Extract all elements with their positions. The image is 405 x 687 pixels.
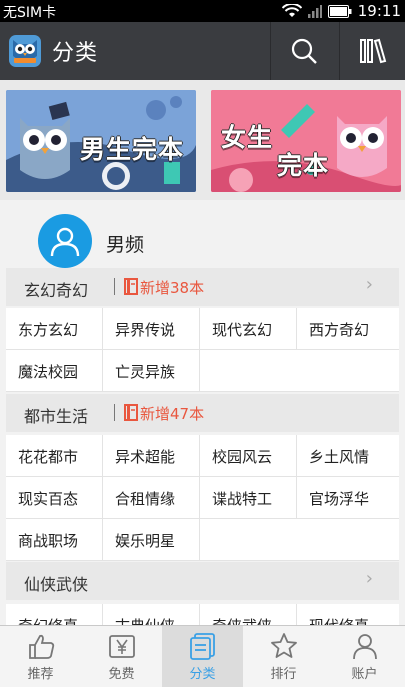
category-list[interactable]: 男频 玄幻奇幻 新增38本 › 东方玄幻 异界传说 现代玄幻 西方奇幻 魔法校园… [0,200,405,625]
tag-item[interactable]: 现代修真 [297,604,394,626]
tag-item[interactable]: 合租情缘 [103,477,200,519]
tag-row: 商战职场 娱乐明星 [6,519,399,561]
status-bar: 无SIM卡 19:11 [0,0,405,22]
channel-header: 男频 [0,200,405,268]
tag-item[interactable]: 东方玄幻 [6,308,103,350]
tag-grid-dushi: 花花都市 异术超能 校园风云 乡土风情 现实百态 合租情缘 谍战特工 官场浮华 … [6,435,399,561]
nav-free[interactable]: 免费 [81,626,162,687]
new-count: 新增38本 [140,279,205,297]
tag-item[interactable]: 奇侠武侠 [200,604,297,625]
user-icon [50,227,80,257]
boys-complete-banner[interactable]: 男生完本 [6,90,196,192]
girls-banner-title-line1: 女生 [221,123,274,152]
channel-avatar [38,214,92,268]
category-header-xianxia[interactable]: 仙侠武侠 › [6,562,399,600]
nav-label: 免费 [108,667,135,682]
bookshelf-icon [359,38,386,64]
nav-recommend[interactable]: 推荐 [0,626,81,687]
tag-item[interactable]: 官场浮华 [297,477,394,519]
tag-item[interactable]: 魔法校园 [6,350,103,392]
tag-item[interactable]: 商战职场 [6,519,103,561]
banner-area: 男生完本 女生 完本 [0,80,405,200]
category-header-dushi[interactable]: 都市生活 新增47本 [6,394,399,432]
boys-banner-title: 男生完本 [80,135,185,164]
chevron-right-icon: › [365,568,373,589]
new-book-icon [124,404,138,421]
bookshelf-button[interactable] [339,22,405,80]
category-name: 仙侠武侠 [24,575,89,594]
tag-item[interactable]: 娱乐明星 [103,519,200,561]
page-title: 分类 [52,41,99,66]
tag-grid-xianxia: 奇幻修真 古典仙侠 奇侠武侠 现代修真 [6,604,399,625]
category-header-xuanhuan[interactable]: 玄幻奇幻 新增38本 › [6,268,399,306]
tag-item[interactable]: 西方奇幻 [297,308,394,350]
divider [114,404,115,421]
battery-icon [327,4,352,18]
new-count: 新增47本 [140,405,205,423]
tag-item[interactable]: 谍战特工 [200,477,297,519]
tag-row: 魔法校园 亡灵异族 [6,350,399,392]
nav-account[interactable]: 账户 [324,626,405,687]
category-icon [189,633,215,660]
tag-item[interactable]: 异术超能 [103,435,200,477]
tag-item[interactable]: 亡灵异族 [103,350,200,392]
category-name: 都市生活 [24,407,89,426]
yen-tag-icon [108,635,135,658]
search-button[interactable] [270,22,336,80]
nav-ranking[interactable]: 排行 [243,626,324,687]
app-bar: 分类 [0,22,405,80]
nav-label: 推荐 [27,667,54,682]
clock: 19:11 [357,2,401,20]
tag-row: 东方玄幻 异界传说 现代玄幻 西方奇幻 [6,308,399,350]
tag-item[interactable]: 现代玄幻 [200,308,297,350]
thumbs-up-icon [28,634,54,659]
tag-item[interactable]: 花花都市 [6,435,103,477]
nav-label: 账户 [351,667,378,682]
nav-label: 分类 [189,667,216,682]
user-icon [352,634,377,660]
divider [114,278,115,295]
tag-row: 奇幻修真 古典仙侠 奇侠武侠 现代修真 [6,604,399,625]
owl-logo-icon [9,35,41,67]
bottom-nav: 推荐 免费 分类 排行 账户 [0,625,405,687]
search-icon [291,38,317,64]
status-icons: 19:11 [281,2,401,20]
carrier-label: 无SIM卡 [3,5,57,21]
signal-icon [307,4,322,18]
new-book-icon [124,278,138,295]
girls-complete-banner[interactable]: 女生 完本 [211,90,401,192]
channel-name: 男频 [106,234,145,256]
tag-row: 现实百态 合租情缘 谍战特工 官场浮华 [6,477,399,519]
tag-grid-xuanhuan: 东方玄幻 异界传说 现代玄幻 西方奇幻 魔法校园 亡灵异族 [6,308,399,392]
star-icon [270,633,297,658]
wifi-icon [281,4,302,17]
tag-item[interactable]: 校园风云 [200,435,297,477]
tag-item[interactable]: 乡土风情 [297,435,394,477]
girls-banner-title-line2: 完本 [277,151,330,180]
tag-item[interactable]: 奇幻修真 [6,604,103,625]
nav-category[interactable]: 分类 [162,626,243,687]
tag-item[interactable]: 古典仙侠 [103,604,200,625]
tag-item[interactable]: 现实百态 [6,477,103,519]
chevron-right-icon: › [365,274,373,295]
category-name: 玄幻奇幻 [24,281,89,300]
nav-label: 排行 [270,667,297,682]
tag-row: 花花都市 异术超能 校园风云 乡土风情 [6,435,399,477]
tag-item[interactable]: 异界传说 [103,308,200,350]
